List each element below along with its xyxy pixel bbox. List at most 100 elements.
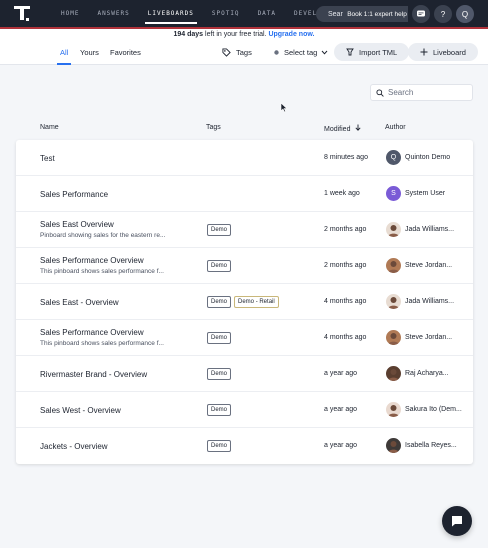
- user-photo-icon: [388, 225, 399, 237]
- tag-list: Demo: [207, 224, 232, 236]
- author-name: Jada Williams...: [405, 226, 455, 233]
- nav-answers[interactable]: ANSWERS: [88, 0, 138, 27]
- author-avatar: [386, 294, 401, 309]
- tag-list: Demo: [207, 332, 232, 344]
- top-nav: HOME ANSWERS LIVEBOARDS SPOTIQ DATA DEVE…: [0, 0, 488, 27]
- author-avatar: [386, 402, 401, 417]
- nav-data[interactable]: DATA: [249, 0, 285, 27]
- select-tag-dropdown[interactable]: Select tag: [274, 43, 328, 61]
- column-header-modified[interactable]: Modified: [324, 124, 361, 133]
- tab-yours[interactable]: Yours: [80, 40, 99, 65]
- tags-button[interactable]: Tags: [222, 43, 252, 61]
- chevron-down-icon: [321, 50, 328, 55]
- liveboard-name[interactable]: Sales West - Overview: [40, 406, 121, 415]
- modified-time: a year ago: [324, 406, 358, 413]
- nav-home[interactable]: HOME: [52, 0, 88, 27]
- liveboard-name[interactable]: Test: [40, 154, 55, 163]
- author-name: Quinton Demo: [405, 154, 451, 161]
- modified-time: 1 week ago: [324, 190, 360, 197]
- liveboard-tab-bar: All Yours Favorites Tags Select tag Impo…: [0, 40, 488, 65]
- modified-time: a year ago: [324, 370, 358, 377]
- author-name: Jada Williams...: [405, 298, 455, 305]
- user-avatar[interactable]: Q: [456, 5, 474, 23]
- tag-chip[interactable]: Demo: [207, 368, 232, 380]
- table-row[interactable]: Sales West - Overview Demo a year ago Sakur…: [16, 392, 473, 428]
- liveboard-name[interactable]: Sales East - Overview: [40, 298, 119, 307]
- author-avatar: [386, 366, 401, 381]
- table-row[interactable]: Rivermaster Brand - Overview Demo a year a…: [16, 356, 473, 392]
- tag-chip[interactable]: Demo: [207, 440, 232, 452]
- table-row[interactable]: Sales Performance Overview This pinboard …: [16, 320, 473, 356]
- help-icon[interactable]: ?: [434, 5, 452, 23]
- table-row[interactable]: Sales East - Overview Demo Demo - Retail 4 …: [16, 284, 473, 320]
- tag-list: Demo: [207, 404, 232, 416]
- author-avatar: Q: [386, 150, 401, 165]
- author-avatar: S: [386, 186, 401, 201]
- user-photo-icon: [388, 369, 399, 381]
- table-row[interactable]: Jackets - Overview Demo a year ago Isabella…: [16, 428, 473, 464]
- table-row[interactable]: Sales Performance 1 week ago S System User: [16, 176, 473, 212]
- chat-bubble-icon: [417, 10, 425, 17]
- modified-time: 2 months ago: [324, 226, 367, 233]
- liveboard-description: This pinboard shows sales performance f.…: [40, 268, 164, 275]
- global-search-input[interactable]: Sear: [316, 6, 348, 22]
- tag-chip[interactable]: Demo - Retail: [234, 296, 279, 308]
- liveboard-name[interactable]: Rivermaster Brand - Overview: [40, 370, 147, 379]
- author-name: Isabella Reyes...: [405, 442, 457, 449]
- user-photo-icon: [388, 405, 399, 417]
- tag-list: Demo: [207, 440, 232, 452]
- modified-time: 4 months ago: [324, 334, 367, 341]
- author-name: Steve Jordan...: [405, 262, 453, 269]
- author-avatar: [386, 438, 401, 453]
- modified-time: 4 months ago: [324, 298, 367, 305]
- liveboard-table: Test 8 minutes ago Q Quinton Demo Sales Perf…: [16, 140, 473, 464]
- liveboard-name[interactable]: Sales Performance Overview: [40, 328, 144, 337]
- liveboard-name[interactable]: Jackets - Overview: [40, 442, 108, 451]
- chat-icon-button[interactable]: [412, 5, 430, 23]
- import-tml-button[interactable]: Import TML: [334, 43, 410, 61]
- tag-chip[interactable]: Demo: [207, 260, 232, 272]
- select-tag-label: Select tag: [284, 47, 318, 57]
- thoughtspot-logo-icon[interactable]: [13, 5, 31, 23]
- table-row[interactable]: Sales East Overview Pinboard showing sale…: [16, 212, 473, 248]
- search-icon: [376, 88, 384, 97]
- liveboard-name[interactable]: Sales Performance: [40, 190, 108, 199]
- nav-spotiq[interactable]: SPOTIQ: [203, 0, 249, 27]
- user-photo-icon: [388, 441, 399, 453]
- tab-all[interactable]: All: [56, 40, 72, 65]
- column-header-tags: Tags: [206, 124, 221, 131]
- sort-descending-icon: [355, 124, 361, 131]
- upgrade-link[interactable]: Upgrade now.: [268, 31, 314, 38]
- expert-help-button[interactable]: Book 1:1 expert help: [346, 6, 408, 22]
- trial-days: 194 days: [173, 31, 204, 38]
- tag-chip[interactable]: Demo: [207, 296, 232, 308]
- import-icon: [346, 48, 354, 56]
- table-row[interactable]: Sales Performance Overview This pinboard …: [16, 248, 473, 284]
- tags-button-label: Tags: [236, 47, 252, 57]
- column-header-name[interactable]: Name: [40, 124, 59, 131]
- table-row[interactable]: Test 8 minutes ago Q Quinton Demo: [16, 140, 473, 176]
- tag-chip[interactable]: Demo: [207, 404, 232, 416]
- tag-chip[interactable]: Demo: [207, 224, 232, 236]
- support-chat-button[interactable]: [442, 506, 472, 536]
- liveboard-search[interactable]: [370, 84, 473, 101]
- add-liveboard-button[interactable]: Liveboard: [408, 43, 478, 61]
- liveboard-name[interactable]: Sales Performance Overview: [40, 256, 144, 265]
- tag-chip[interactable]: Demo: [207, 332, 232, 344]
- tag-icon: [222, 47, 231, 57]
- trial-text: left in your free trial.: [203, 31, 269, 38]
- trial-banner: 194 days left in your free trial. Upgrad…: [0, 29, 488, 40]
- nav-liveboards[interactable]: LIVEBOARDS: [139, 0, 203, 27]
- nav-links: HOME ANSWERS LIVEBOARDS SPOTIQ DATA DEVE…: [52, 0, 335, 27]
- dot-icon: [274, 49, 279, 55]
- tag-list: Demo Demo - Retail: [207, 296, 279, 308]
- author-name: System User: [405, 190, 446, 197]
- search-input[interactable]: [388, 88, 468, 97]
- liveboard-name[interactable]: Sales East Overview: [40, 220, 114, 229]
- author-name: Steve Jordan...: [405, 334, 453, 341]
- tab-favorites[interactable]: Favorites: [110, 40, 141, 65]
- plus-icon: [420, 48, 428, 56]
- global-search-text: Sear: [328, 10, 343, 18]
- column-header-author[interactable]: Author: [385, 124, 406, 131]
- import-tml-label: Import TML: [359, 47, 398, 57]
